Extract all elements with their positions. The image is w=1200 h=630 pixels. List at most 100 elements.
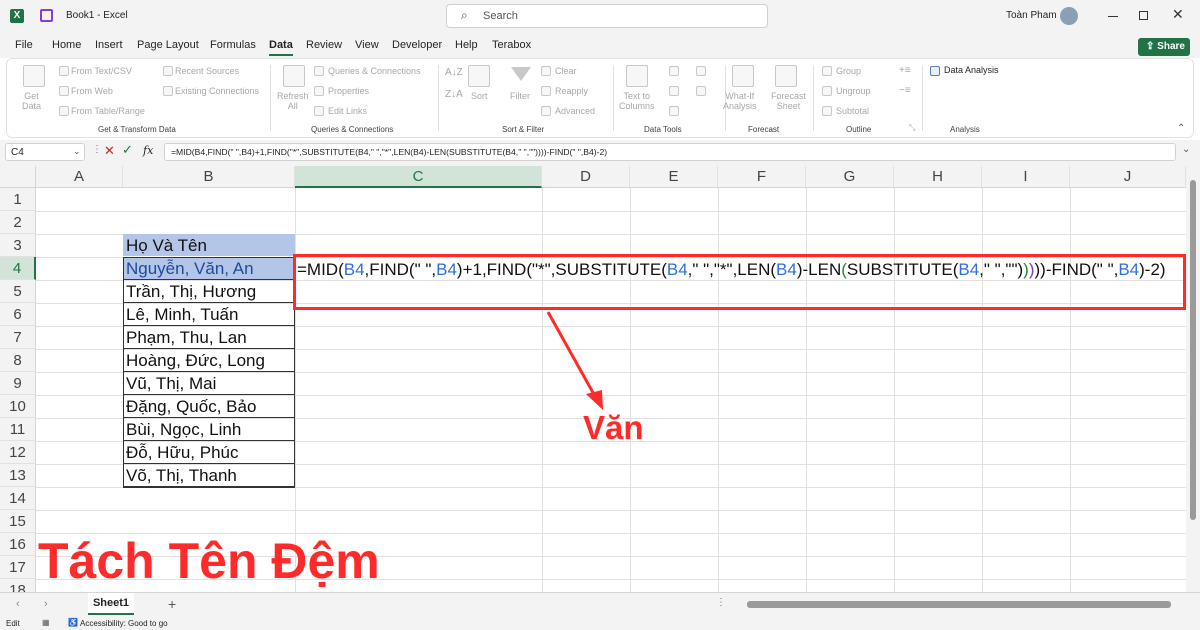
add-sheet-icon[interactable]: + xyxy=(168,596,176,612)
column-header-d[interactable]: D xyxy=(542,166,630,188)
row-header-9[interactable]: 9 xyxy=(0,372,36,395)
ungroup-button[interactable]: Ungroup xyxy=(836,86,871,96)
more-options-icon[interactable]: ⋮ xyxy=(92,144,102,155)
reapply-button[interactable]: Reapply xyxy=(555,86,588,96)
tab-file[interactable]: File xyxy=(15,39,33,51)
tab-data[interactable]: Data xyxy=(269,39,293,56)
maximize-icon[interactable] xyxy=(1139,11,1148,20)
from-text-csv-button[interactable]: From Text/CSV xyxy=(71,66,132,76)
data-validation-icon[interactable] xyxy=(669,106,679,116)
table-header[interactable]: Họ Và Tên xyxy=(123,234,295,257)
refresh-all-button[interactable]: Refresh All xyxy=(277,91,309,111)
row-header-1[interactable]: 1 xyxy=(0,188,36,211)
tab-page-layout[interactable]: Page Layout xyxy=(137,39,199,51)
clear-button[interactable]: Clear xyxy=(555,66,577,76)
group-button[interactable]: Group xyxy=(836,66,861,76)
row-header-10[interactable]: 10 xyxy=(0,395,36,418)
tab-view[interactable]: View xyxy=(355,39,379,51)
get-data-button[interactable]: Get Data xyxy=(22,91,41,111)
search-box[interactable]: ⌕ Search xyxy=(446,4,768,28)
column-header-b[interactable]: B xyxy=(123,166,295,188)
row-header-12[interactable]: 12 xyxy=(0,441,36,464)
column-header-h[interactable]: H xyxy=(894,166,982,188)
save-icon[interactable] xyxy=(40,9,53,22)
what-if-analysis-button[interactable]: What-If Analysis xyxy=(723,91,757,111)
next-sheet-icon[interactable]: › xyxy=(44,598,48,610)
row-header-4[interactable]: 4 xyxy=(0,257,36,280)
filter-button[interactable]: Filter xyxy=(510,91,530,101)
scroll-thumb[interactable] xyxy=(1190,180,1196,520)
tab-home[interactable]: Home xyxy=(52,39,81,51)
column-header-c[interactable]: C xyxy=(295,166,542,188)
worksheet-grid[interactable]: ABCDEFGHIJ 1 2 3 4 5 6 7 8 9 10 11 12 13 14 15 16 17 18 H… xyxy=(0,166,1200,592)
macro-icon[interactable]: ▦ xyxy=(42,618,50,627)
subtotal-button[interactable]: Subtotal xyxy=(836,106,869,116)
minimize-icon[interactable] xyxy=(1108,16,1118,17)
close-icon[interactable]: ✕ xyxy=(1172,6,1184,23)
advanced-button[interactable]: Advanced xyxy=(555,106,595,116)
forecast-sheet-button[interactable]: Forecast Sheet xyxy=(771,91,806,111)
relationships-icon[interactable] xyxy=(696,86,706,96)
row-header-8[interactable]: 8 xyxy=(0,349,36,372)
flash-fill-icon[interactable] xyxy=(669,66,679,76)
row-header-16[interactable]: 16 xyxy=(0,533,36,556)
accessibility-status[interactable]: Accessibility: Good to go xyxy=(80,619,168,628)
tab-terabox[interactable]: Terabox xyxy=(492,39,531,51)
remove-duplicates-icon[interactable] xyxy=(669,86,679,96)
text-to-columns-button[interactable]: Text to Columns xyxy=(619,91,655,111)
chevron-down-icon[interactable]: ⌄ xyxy=(73,146,81,157)
row-header-14[interactable]: 14 xyxy=(0,487,36,510)
prev-sheet-icon[interactable]: ‹ xyxy=(16,598,20,610)
recent-sources-button[interactable]: Recent Sources xyxy=(175,66,239,76)
column-header-g[interactable]: G xyxy=(806,166,894,188)
vertical-scrollbar[interactable] xyxy=(1186,166,1200,592)
queries-connections-button[interactable]: Queries & Connections xyxy=(328,66,421,76)
enter-icon[interactable]: ✓ xyxy=(122,142,133,158)
row-header-2[interactable]: 2 xyxy=(0,211,36,234)
row-header-11[interactable]: 11 xyxy=(0,418,36,441)
horizontal-scrollbar[interactable] xyxy=(735,601,1175,608)
row-header-18[interactable]: 18 xyxy=(0,579,36,592)
hide-detail-icon[interactable]: −≡ xyxy=(899,85,911,96)
tab-insert[interactable]: Insert xyxy=(95,39,123,51)
data-analysis-button[interactable]: Data Analysis xyxy=(944,65,999,75)
share-button[interactable]: ⇪ Share xyxy=(1138,38,1190,56)
expand-formula-icon[interactable]: ⌄ xyxy=(1182,144,1190,155)
insert-function-icon[interactable]: fx xyxy=(143,144,153,157)
properties-button[interactable]: Properties xyxy=(328,86,369,96)
row-header-5[interactable]: 5 xyxy=(0,280,36,303)
name-box[interactable]: C4 ⌄ xyxy=(5,143,85,161)
collapse-ribbon-icon[interactable]: ⌃ xyxy=(1177,123,1185,134)
column-header-i[interactable]: I xyxy=(982,166,1070,188)
from-table-range-button[interactable]: From Table/Range xyxy=(71,106,145,116)
show-detail-icon[interactable]: +≡ xyxy=(899,65,911,76)
column-header-f[interactable]: F xyxy=(718,166,806,188)
formula-input[interactable]: =MID(B4,FIND(" ",B4)+1,FIND("*",SUBSTITU… xyxy=(164,143,1176,161)
column-header-e[interactable]: E xyxy=(630,166,718,188)
h-scroll-thumb[interactable] xyxy=(747,601,1171,608)
existing-connections-button[interactable]: Existing Connections xyxy=(175,86,259,96)
tab-help[interactable]: Help xyxy=(455,39,478,51)
tab-developer[interactable]: Developer xyxy=(392,39,442,51)
user-name[interactable]: Toàn Pham xyxy=(1006,10,1057,21)
row-header-15[interactable]: 15 xyxy=(0,510,36,533)
sort-za-icon[interactable]: Z↓A xyxy=(445,89,463,100)
tab-formulas[interactable]: Formulas xyxy=(210,39,256,51)
row-header-13[interactable]: 13 xyxy=(0,464,36,487)
column-header-a[interactable]: A xyxy=(36,166,123,188)
sort-button[interactable]: Sort xyxy=(471,91,488,101)
sort-az-icon[interactable]: A↓Z xyxy=(445,67,463,78)
column-header-j[interactable]: J xyxy=(1070,166,1186,188)
sheet-tab[interactable]: Sheet1 xyxy=(88,593,134,615)
row-header-7[interactable]: 7 xyxy=(0,326,36,349)
row-header-17[interactable]: 17 xyxy=(0,556,36,579)
tab-review[interactable]: Review xyxy=(306,39,342,51)
outline-launcher-icon[interactable]: ⤡ xyxy=(909,123,915,133)
tab-split-icon[interactable]: ⋮ xyxy=(716,597,726,608)
edit-links-button[interactable]: Edit Links xyxy=(328,106,367,116)
row-header-6[interactable]: 6 xyxy=(0,303,36,326)
row-header-3[interactable]: 3 xyxy=(0,234,36,257)
from-web-button[interactable]: From Web xyxy=(71,86,113,96)
avatar[interactable] xyxy=(1060,7,1078,25)
consolidate-icon[interactable] xyxy=(696,66,706,76)
